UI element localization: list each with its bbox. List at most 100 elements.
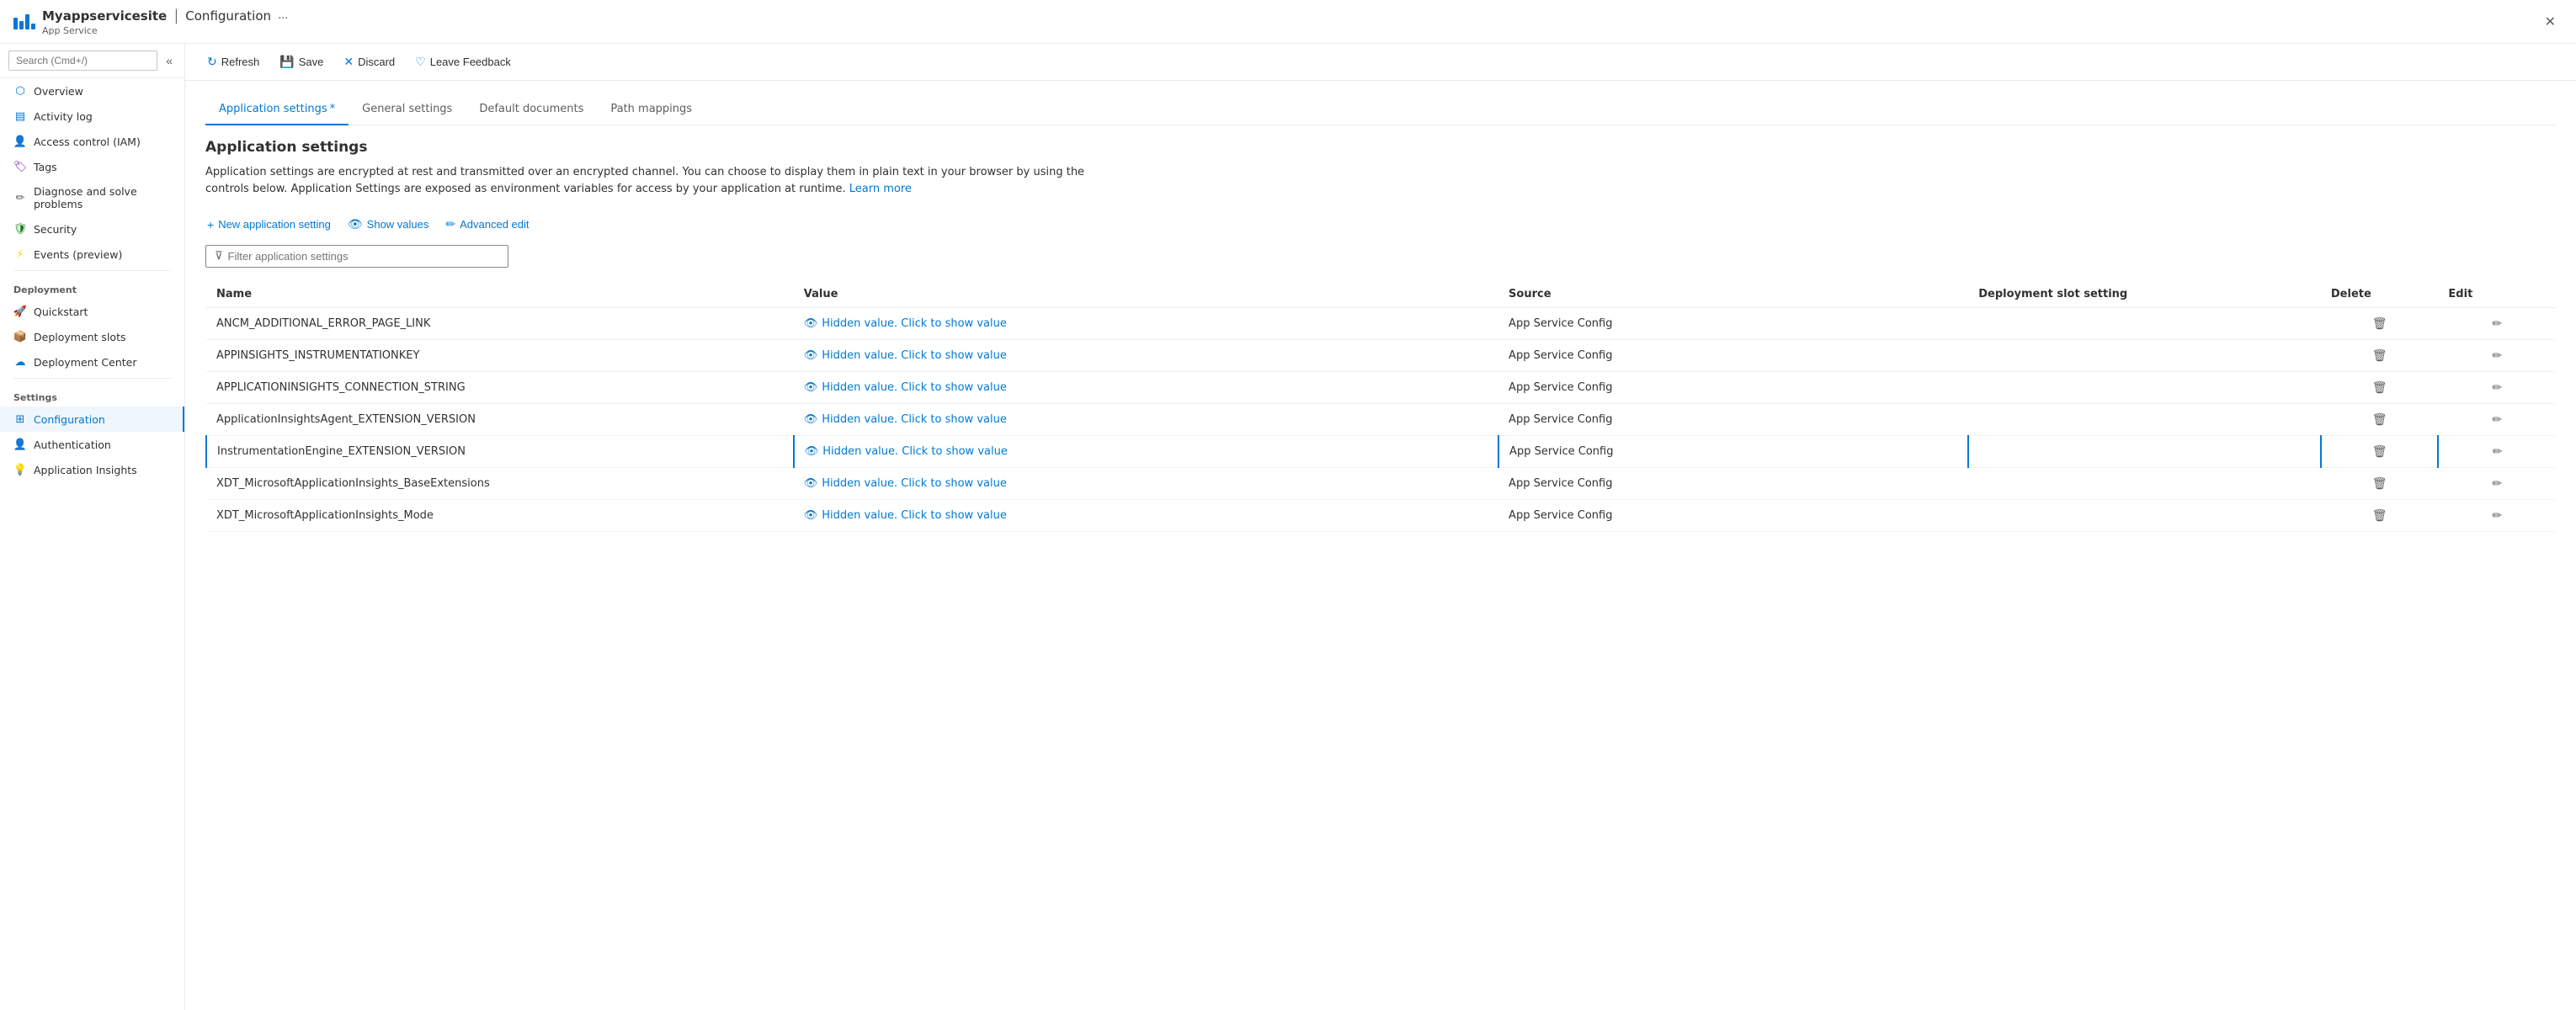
show-value-link[interactable]: 👁 Hidden value. Click to show value — [804, 317, 1488, 330]
sidebar-item-label: Application Insights — [34, 464, 137, 476]
sidebar-item-authentication[interactable]: 👤 Authentication — [0, 432, 184, 457]
setting-value[interactable]: 👁 Hidden value. Click to show value — [794, 372, 1498, 404]
sidebar-item-deployment-center[interactable]: ☁ Deployment Center — [0, 349, 184, 375]
delete-button[interactable]: 🗑 — [2367, 443, 2392, 460]
show-values-button[interactable]: 👁 Show values — [346, 214, 431, 235]
access-control-icon: 👤 — [13, 135, 27, 148]
save-icon: 💾 — [279, 55, 294, 69]
save-button[interactable]: 💾 Save — [271, 50, 332, 73]
tab-general-settings[interactable]: General settings — [349, 94, 466, 125]
eye-small-icon: 👁 — [804, 349, 818, 362]
sidebar-item-application-insights[interactable]: 💡 Application Insights — [0, 457, 184, 482]
sidebar-item-label: Access control (IAM) — [34, 136, 141, 148]
show-value-link[interactable]: 👁 Hidden value. Click to show value — [805, 445, 1488, 458]
edit-button[interactable]: ✏ — [2487, 475, 2507, 492]
edit-button[interactable]: ✏ — [2487, 379, 2507, 396]
setting-delete-cell: 🗑 — [2321, 308, 2439, 340]
setting-slot — [1968, 500, 2321, 532]
application-insights-icon: 💡 — [13, 463, 27, 476]
edit-button[interactable]: ✏ — [2488, 443, 2508, 460]
setting-delete-cell: 🗑 — [2321, 436, 2439, 468]
advanced-edit-label: Advanced edit — [460, 218, 529, 231]
security-icon: 🛡 — [13, 222, 27, 236]
setting-value[interactable]: 👁 Hidden value. Click to show value — [794, 500, 1498, 532]
sidebar-item-label: Authentication — [34, 439, 111, 451]
sidebar-item-configuration[interactable]: ⊞ Configuration — [0, 407, 184, 432]
setting-value[interactable]: 👁 Hidden value. Click to show value — [794, 468, 1498, 500]
setting-value[interactable]: 👁 Hidden value. Click to show value — [794, 340, 1498, 372]
sidebar-item-security[interactable]: 🛡 Security — [0, 216, 184, 242]
sidebar-item-label: Overview — [34, 85, 83, 98]
setting-slot — [1968, 308, 2321, 340]
tab-path-mappings[interactable]: Path mappings — [597, 94, 705, 125]
feedback-button[interactable]: ♡ Leave Feedback — [407, 50, 519, 73]
show-value-link[interactable]: 👁 Hidden value. Click to show value — [804, 349, 1488, 362]
edit-button[interactable]: ✏ — [2487, 411, 2507, 428]
add-icon: + — [207, 218, 214, 231]
setting-value[interactable]: 👁 Hidden value. Click to show value — [794, 436, 1498, 468]
delete-button[interactable]: 🗑 — [2367, 347, 2392, 364]
sidebar-item-overview[interactable]: ⬡ Overview — [0, 78, 184, 104]
setting-source: App Service Config — [1498, 340, 1968, 372]
save-label: Save — [299, 56, 324, 68]
pencil-icon: ✏ — [445, 217, 455, 231]
close-button[interactable]: ✕ — [2538, 10, 2563, 34]
learn-more-link[interactable]: Learn more — [849, 183, 912, 195]
edit-button[interactable]: ✏ — [2487, 347, 2507, 364]
sidebar-item-label: Deployment Center — [34, 356, 137, 369]
refresh-button[interactable]: ↻ Refresh — [199, 50, 268, 73]
new-setting-button[interactable]: + New application setting — [205, 215, 333, 235]
description-text: Application settings are encrypted at re… — [205, 166, 1084, 195]
setting-value[interactable]: 👁 Hidden value. Click to show value — [794, 404, 1498, 436]
delete-button[interactable]: 🗑 — [2367, 379, 2392, 396]
deployment-section-label: Deployment — [0, 274, 184, 299]
sidebar-item-access-control[interactable]: 👤 Access control (IAM) — [0, 129, 184, 154]
delete-button[interactable]: 🗑 — [2367, 507, 2392, 524]
filter-box[interactable]: ⊽ — [205, 245, 508, 268]
sidebar-item-deployment-slots[interactable]: 📦 Deployment slots — [0, 324, 184, 349]
show-values-label: Show values — [367, 218, 429, 231]
sidebar-item-tags[interactable]: 🏷 Tags — [0, 154, 184, 179]
col-header-edit: Edit — [2438, 281, 2556, 308]
tab-default-documents[interactable]: Default documents — [466, 94, 597, 125]
eye-small-icon: 👁 — [805, 445, 819, 458]
setting-edit-cell: ✏ — [2438, 500, 2556, 532]
edit-button[interactable]: ✏ — [2487, 315, 2507, 332]
app-name: Myappservicesite — [42, 8, 167, 24]
show-value-link[interactable]: 👁 Hidden value. Click to show value — [804, 477, 1488, 490]
more-options-btn[interactable]: ... — [278, 9, 288, 22]
tab-label: General settings — [362, 103, 452, 115]
page-content: Application settings* General settings D… — [185, 81, 2576, 1010]
discard-button[interactable]: ✕ Discard — [335, 50, 403, 73]
delete-button[interactable]: 🗑 — [2367, 411, 2392, 428]
sidebar-item-diagnose[interactable]: ✏ Diagnose and solve problems — [0, 179, 184, 216]
tab-label: Default documents — [479, 103, 583, 115]
sidebar-item-activity-log[interactable]: ▤ Activity log — [0, 104, 184, 129]
sidebar-item-quickstart[interactable]: 🚀 Quickstart — [0, 299, 184, 324]
show-value-link[interactable]: 👁 Hidden value. Click to show value — [804, 413, 1488, 426]
tags-icon: 🏷 — [13, 160, 27, 173]
refresh-label: Refresh — [221, 56, 260, 68]
delete-button[interactable]: 🗑 — [2367, 475, 2392, 492]
sidebar-collapse-btn[interactable]: « — [162, 50, 176, 71]
tabs-container: Application settings* General settings D… — [205, 94, 2556, 125]
col-header-name: Name — [206, 281, 794, 308]
events-icon: ⚡ — [13, 247, 27, 261]
advanced-edit-button[interactable]: ✏ Advanced edit — [444, 214, 530, 235]
setting-source: App Service Config — [1498, 308, 1968, 340]
filter-input[interactable] — [228, 250, 499, 263]
edit-button[interactable]: ✏ — [2487, 507, 2507, 524]
table-row: APPLICATIONINSIGHTS_CONNECTION_STRING👁 H… — [206, 372, 2556, 404]
show-value-link[interactable]: 👁 Hidden value. Click to show value — [804, 509, 1488, 522]
show-value-link[interactable]: 👁 Hidden value. Click to show value — [804, 381, 1488, 394]
table-row: APPINSIGHTS_INSTRUMENTATIONKEY👁 Hidden v… — [206, 340, 2556, 372]
delete-button[interactable]: 🗑 — [2367, 315, 2392, 332]
sidebar-item-events[interactable]: ⚡ Events (preview) — [0, 242, 184, 267]
setting-value[interactable]: 👁 Hidden value. Click to show value — [794, 308, 1498, 340]
sidebar-divider-2 — [13, 378, 171, 379]
search-input[interactable] — [8, 50, 157, 71]
tab-app-settings[interactable]: Application settings* — [205, 94, 349, 125]
settings-section-label: Settings — [0, 382, 184, 407]
eye-small-icon: 👁 — [804, 317, 818, 330]
deployment-slots-icon: 📦 — [13, 330, 27, 343]
